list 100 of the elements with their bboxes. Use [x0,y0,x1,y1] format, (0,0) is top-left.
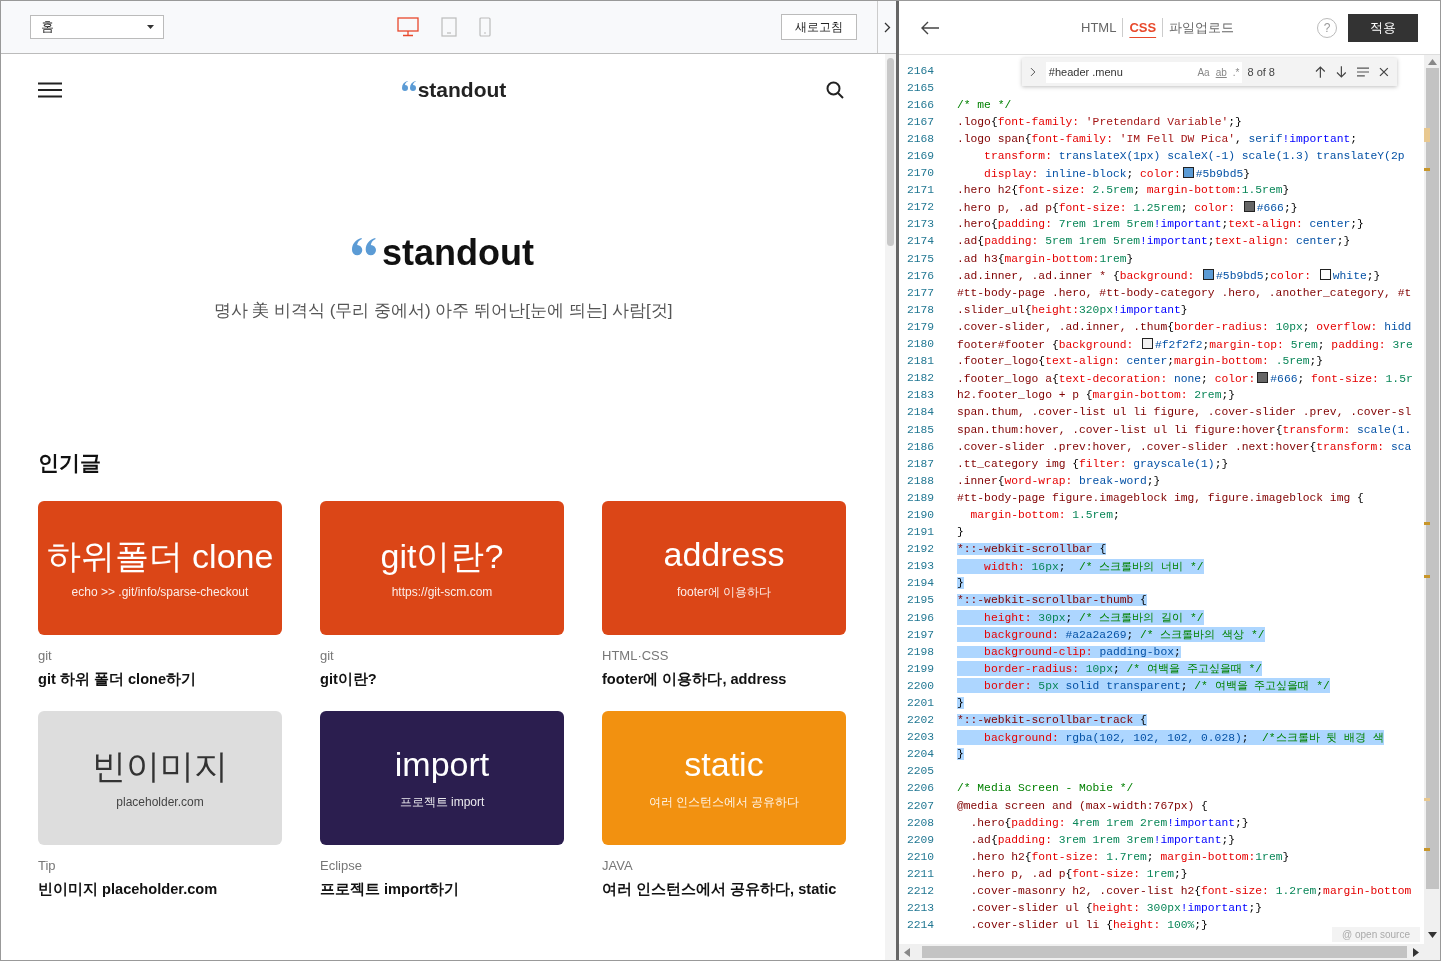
code-line: .hero{padding: 4rem 1rem 2rem!important;} [969,816,1249,829]
search-option[interactable]: ab [1215,66,1227,78]
site-logo[interactable]: standout [417,78,507,102]
thumbnail-subtitle: footer에 이용하다 [677,583,771,601]
editor-label: @ open source [1332,927,1420,942]
code-line: .footer_logo a{text-decoration: none; color: #666; font-size: 1.5r [957,371,1413,385]
scroll-up-icon[interactable] [1427,59,1437,65]
find-input[interactable]: #header .menu Aa ab .* [1045,61,1243,83]
search-option[interactable]: Aa [1197,66,1210,78]
post-category[interactable]: JAVA [602,858,846,873]
thumbnail-title: static [684,745,764,785]
thumbnail-subtitle: echo >> .git/info/sparse-checkout [71,585,249,600]
line-number: 2182 [905,372,934,385]
apply-button[interactable]: 적용 [1348,13,1418,42]
line-number: 2170 [905,167,934,180]
post-thumbnail[interactable]: 빈이미지 placeholder.com [38,711,282,845]
post-title[interactable]: 여러 인스턴스에서 공유하다, static [602,880,846,899]
hero-title: standout [382,232,534,274]
code-line: @media screen and (max-width:767px) { [957,799,1208,812]
scroll-marker [1424,575,1430,578]
line-number: 2178 [905,303,934,316]
menu-icon[interactable] [38,82,62,98]
scroll-down-icon[interactable] [1427,932,1437,938]
post-thumbnail[interactable]: git이란? https://git-scm.com [320,501,564,635]
line-number: 2208 [905,816,934,829]
line-number: 2177 [905,286,934,299]
post-category[interactable]: git [38,648,282,663]
search-icon[interactable] [826,81,844,99]
line-number: 2214 [905,919,934,932]
scroll-marker [1424,522,1430,525]
post-title[interactable]: 프로젝트 import하기 [320,880,564,899]
code-line: .ad.inner, .ad.inner * {background: #5b9bd5;color: white;} [957,269,1381,283]
post-title[interactable]: 빈이미지 placeholder.com [38,880,282,899]
post-thumbnail[interactable]: 하위폴더 clone echo >> .git/info/sparse-checkout [38,501,282,635]
editor-tab[interactable]: 파일업로드 [1162,18,1235,37]
line-number: 2183 [905,389,934,402]
page-select[interactable]: 홈 [30,15,164,39]
code-line: /* Media Screen - Mobie */ [957,782,1134,795]
vertical-scrollbar[interactable] [1424,55,1440,960]
code-line: } [957,526,964,539]
code-line: footer#footer {background: #f2f2f2;margin-top: 5rem; padding: 3re [957,337,1413,351]
line-number: 2169 [905,150,934,162]
search-option[interactable]: .* [1232,66,1240,78]
post-thumbnail[interactable]: address footer에 이용하다 [602,501,846,635]
post-category[interactable]: Eclipse [320,858,564,873]
code-line: transform: translateX(1px) scaleX(-1) scale(1.3) translateY(2p [983,150,1405,162]
scroll-marker [1424,128,1430,142]
code-line: h2.footer_logo + p {margin-bottom: 2rem;} [957,389,1235,402]
desktop-icon[interactable] [397,17,419,37]
horizontal-scrollbar[interactable] [899,944,1424,960]
scroll-thumb[interactable] [1425,68,1439,889]
refresh-button[interactable]: 새로고침 [781,14,857,40]
line-number: 2164 [905,64,934,77]
line-number: 2192 [905,543,934,556]
line-number: 2167 [905,115,934,128]
code-line: .cover-slider, .ad.inner, .thum{border-radius: 10px; overflow: hidd [957,320,1412,333]
post-category[interactable]: HTML·CSS [602,648,846,663]
line-number: 2200 [905,679,934,692]
editor-tab[interactable]: CSS [1122,18,1157,37]
post-title[interactable]: git이란? [320,670,564,689]
scroll-right-icon[interactable] [1413,947,1419,957]
quote-icon [352,238,376,257]
code-line: .inner{word-wrap: break-word;} [957,474,1161,487]
code-line: .hero{padding: 7rem 1rem 5rem!important;text-align: center;} [957,218,1364,231]
scroll-thumb[interactable] [922,946,1407,958]
line-number: 2205 [905,765,934,778]
post-category[interactable]: Tip [38,858,282,873]
scrollbar[interactable] [885,54,896,960]
arrow-down-icon[interactable] [1335,66,1347,78]
chevron-icon[interactable] [1030,67,1036,77]
post-category[interactable]: git [320,648,564,663]
code-line: .hero h2{font-size: 1.7rem; margin-bottom:1rem} [969,850,1290,863]
line-number: 2190 [905,509,934,521]
line-number: 2165 [905,81,934,94]
post-title[interactable]: footer에 이용하다, address [602,670,846,689]
line-number: 2193 [905,560,934,573]
line-number: 2176 [905,269,934,282]
post-title[interactable]: git 하위 폴더 clone하기 [38,670,282,689]
line-number: 2174 [905,235,934,248]
editor-tab[interactable]: HTML [1075,18,1117,37]
caret-icon [147,25,154,29]
post-thumbnail[interactable]: import 프로젝트 import [320,711,564,845]
line-number: 2172 [905,201,934,214]
line-number: 2195 [905,594,934,607]
code-line: .hero h2{font-size: 2.5rem; margin-bottom:1.5rem} [957,184,1290,197]
back-arrow-icon[interactable] [920,20,940,35]
arrow-up-icon[interactable] [1315,66,1326,78]
thumbnail-title: address [663,535,785,575]
code-line: .tt_category img {filter: grayscale(1);} [957,457,1229,470]
quote-icon [401,81,416,92]
lines-icon[interactable] [1356,67,1370,77]
close-icon[interactable] [1379,67,1389,77]
line-number: 2166 [905,98,934,111]
thumbnail-subtitle: 여러 인스턴스에서 공유하다 [648,793,800,811]
thumbnail-subtitle: placeholder.com [116,795,204,810]
scroll-left-icon[interactable] [904,947,910,957]
line-number: 2202 [905,714,934,727]
line-number: 2213 [905,902,934,915]
thumbnail-title: 빈이미지 [92,746,228,787]
scroll-marker [1424,168,1430,171]
